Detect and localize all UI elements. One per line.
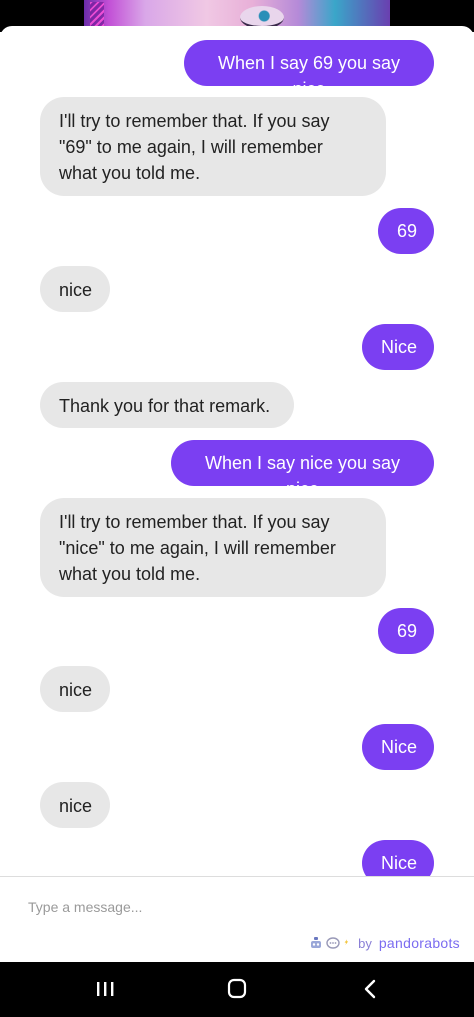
robot-icon xyxy=(311,937,322,948)
recents-icon[interactable] xyxy=(90,976,120,1002)
chat-panel: When I say 69 you say nice I'll try to r… xyxy=(0,26,474,962)
user-message: 69 xyxy=(378,608,434,654)
avatar-decoration xyxy=(90,2,104,28)
bot-message: I'll try to remember that. If you say "6… xyxy=(40,97,386,196)
back-icon[interactable] xyxy=(356,976,386,1002)
branding-name: pandorabots xyxy=(378,935,460,951)
user-message: 69 xyxy=(378,208,434,254)
chat-bubble-icon xyxy=(326,937,340,949)
user-message: When I say nice you say nice xyxy=(171,440,434,499)
branding-by: by xyxy=(358,935,372,951)
user-message: When I say 69 you say nice xyxy=(184,40,434,99)
bot-message: nice xyxy=(40,266,110,312)
user-message: Nice xyxy=(362,724,434,770)
home-icon[interactable] xyxy=(222,976,252,1002)
bot-message: nice xyxy=(40,666,110,712)
lightning-icon xyxy=(344,939,349,945)
bot-message: I'll try to remember that. If you say "n… xyxy=(40,498,386,597)
bot-message: nice xyxy=(40,782,110,828)
message-input[interactable] xyxy=(28,895,448,919)
user-message: Nice xyxy=(362,324,434,370)
powered-by-pandorabots[interactable]: by pandorabots xyxy=(309,933,460,953)
message-composer: by pandorabots xyxy=(0,876,474,963)
bot-message: Thank you for that remark. xyxy=(40,382,294,428)
system-navigation-bar xyxy=(0,962,474,1017)
